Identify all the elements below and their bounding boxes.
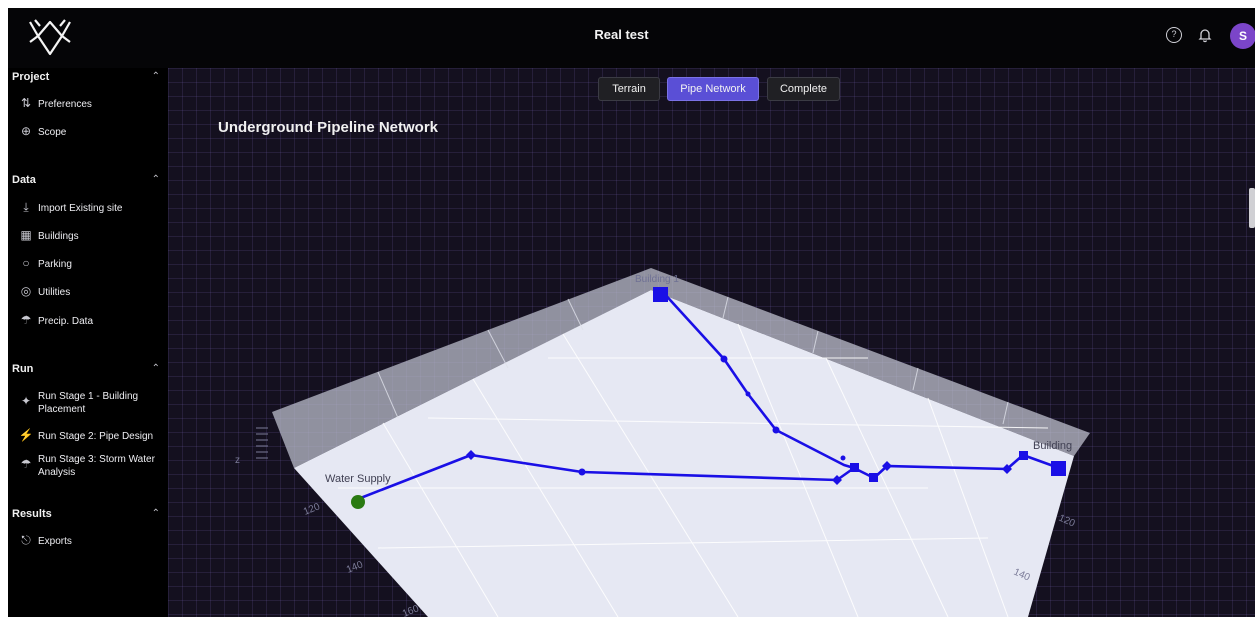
sidebar-item-scope[interactable]: ⊕ Scope <box>18 124 164 142</box>
pipe-junction-node[interactable] <box>840 455 846 461</box>
section-title: Project <box>12 71 50 83</box>
section-title: Run <box>12 363 34 375</box>
sidebar-item-label: Preferences <box>38 99 92 110</box>
sidebar-item-label: Run Stage 2: Pipe Design <box>38 431 154 442</box>
sidebar-item-precip-data[interactable]: ☂ Precip. Data <box>18 313 164 331</box>
sidebar-item-import-existing-site[interactable]: ⤓ Import Existing site <box>18 200 164 218</box>
top-bar: Real test ? S <box>8 8 1255 68</box>
building-top-label: Building 1 <box>635 274 679 285</box>
building-icon: ▦ <box>20 228 32 242</box>
building-node-top[interactable] <box>653 287 668 302</box>
globe-icon: ◎ <box>20 284 32 298</box>
section-header-project[interactable]: Project ⌃ <box>12 71 162 87</box>
pipe-junction-node[interactable] <box>745 391 751 397</box>
section-title: Results <box>12 508 52 520</box>
section-header-data[interactable]: Data ⌃ <box>12 174 162 190</box>
section-header-run[interactable]: Run ⌃ <box>12 363 162 379</box>
pipe-junction-node[interactable] <box>720 355 728 363</box>
sparkle-icon: ✦ <box>20 394 32 408</box>
parking-icon: ○ <box>22 256 30 270</box>
umbrella-icon: ☂ <box>20 313 32 327</box>
download-icon: ⤓ <box>23 200 29 214</box>
section-header-results[interactable]: Results ⌃ <box>12 508 162 524</box>
lightning-icon: ⚡ <box>18 428 34 442</box>
sidebar-item-label: Scope <box>38 127 67 138</box>
bell-icon[interactable] <box>1197 27 1213 43</box>
sidebar-item-exports[interactable]: ⎋ Exports <box>18 533 164 551</box>
app-window: Real test ? S Project ⌃ ⇅ Preferences ⊕ … <box>8 8 1255 617</box>
pipe-network-3d-plot[interactable]: 120 140 160 120 140 z Water Supply Build… <box>168 68 1255 617</box>
sidebar-item-run-stage-2[interactable]: ⚡ Run Stage 2: Pipe Design <box>18 428 164 446</box>
axis-tick-label: 140 <box>345 559 365 576</box>
sidebar-item-utilities[interactable]: ◎ Utilities <box>18 284 164 302</box>
pipe-junction-node[interactable] <box>772 426 780 434</box>
sidebar-item-label: Run Stage 3: Storm Water Analysis <box>38 454 155 478</box>
axis-tick-label: z <box>235 455 240 466</box>
sidebar-item-run-stage-3[interactable]: ☂ Run Stage 3: Storm Water Analysis <box>18 451 164 481</box>
user-avatar[interactable]: S <box>1230 23 1255 49</box>
building-right-label: Building <box>1033 440 1072 452</box>
section-title: Data <box>12 174 36 186</box>
building-node-right[interactable] <box>1051 461 1066 476</box>
sidebar-item-label: Utilities <box>38 287 71 298</box>
scrollbar-thumb[interactable] <box>1249 188 1255 228</box>
help-icon[interactable]: ? <box>1166 27 1182 43</box>
sliders-icon: ⇅ <box>20 96 32 110</box>
chevron-up-icon[interactable]: ⌃ <box>152 508 160 519</box>
crosshair-icon: ⊕ <box>20 124 32 138</box>
pipe-junction-node[interactable] <box>850 463 859 472</box>
chevron-up-icon[interactable]: ⌃ <box>152 174 160 185</box>
sidebar-item-label: Parking <box>38 259 72 270</box>
chevron-up-icon[interactable]: ⌃ <box>152 363 160 374</box>
umbrella-icon: ☂ <box>20 457 32 471</box>
sidebar-item-run-stage-1[interactable]: ✦ Run Stage 1 - Building Placement <box>18 388 164 418</box>
sidebar-item-buildings[interactable]: ▦ Buildings <box>18 228 164 246</box>
sidebar-item-label: Exports <box>38 536 72 547</box>
scene-floor <box>294 290 1074 617</box>
sidebar: Project ⌃ ⇅ Preferences ⊕ Scope Data ⌃ ⤓… <box>8 68 168 617</box>
chevron-up-icon[interactable]: ⌃ <box>152 71 160 82</box>
axis-tick-label: 120 <box>302 501 322 518</box>
axis-tick-label: 120 <box>1057 513 1077 530</box>
sidebar-item-preferences[interactable]: ⇅ Preferences <box>18 96 164 114</box>
sidebar-item-parking[interactable]: ○ Parking <box>18 256 164 274</box>
pipe-junction-node[interactable] <box>578 468 586 476</box>
export-icon: ⎋ <box>21 533 31 547</box>
plot-area[interactable]: Terrain Pipe Network Complete Undergroun… <box>168 68 1255 617</box>
pipe-junction-node[interactable] <box>869 473 878 482</box>
project-title: Real test <box>594 27 649 42</box>
water-supply-label: Water Supply <box>325 473 391 485</box>
water-supply-node[interactable] <box>351 495 365 509</box>
sidebar-item-label: Buildings <box>38 231 79 242</box>
z-axis-ticks <box>256 427 268 459</box>
sidebar-item-label: Precip. Data <box>38 316 94 327</box>
pipe-junction-node[interactable] <box>1019 451 1028 460</box>
sidebar-item-label: Run Stage 1 - Building Placement <box>38 391 139 415</box>
sidebar-item-label: Import Existing site <box>38 203 123 214</box>
